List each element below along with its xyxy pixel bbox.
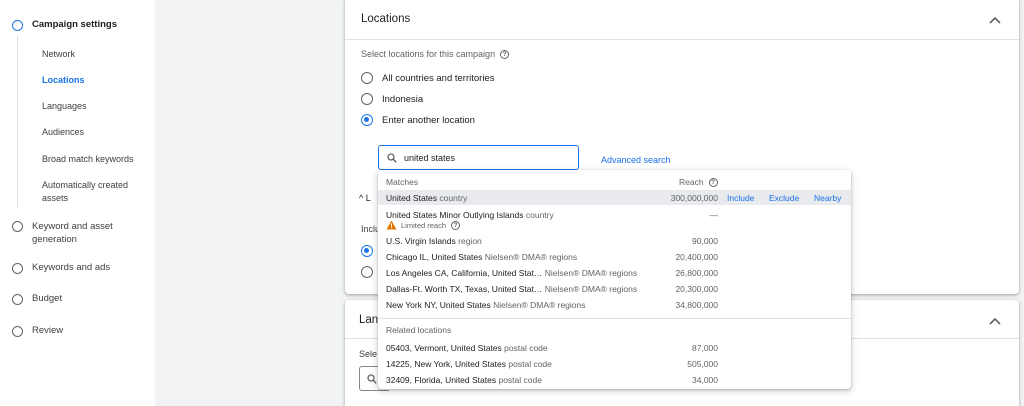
subitem-automatically-created-assets[interactable]: Automatically created assets xyxy=(42,179,147,205)
locations-card-header[interactable]: Locations xyxy=(345,0,1019,40)
reach-value: 90,000 xyxy=(692,236,718,246)
radio-button-selected[interactable] xyxy=(361,114,373,126)
location-name: Dallas-Ft. Worth TX, Texas, United Stat… xyxy=(386,284,543,294)
sidebar: Campaign settings Network Locations Lang… xyxy=(0,0,155,406)
help-icon[interactable]: ? xyxy=(451,220,461,230)
reach-value: 20,300,000 xyxy=(675,284,718,294)
location-name: 32409, Florida, United States xyxy=(386,375,497,385)
step-label: Keyword and asset generation xyxy=(32,221,113,245)
reach-value: 87,000 xyxy=(692,343,718,353)
step-keyword-asset-generation[interactable]: Keyword and asset generation xyxy=(12,220,137,246)
step-label: Budget xyxy=(32,293,63,304)
step-label: Campaign settings xyxy=(32,19,117,30)
limited-reach-note: Limited reach? xyxy=(386,220,461,230)
radio-enter-another-location[interactable]: Enter another location xyxy=(361,114,475,126)
radio-label: Enter another location xyxy=(382,114,475,126)
reach-value: — xyxy=(709,210,719,220)
search-icon xyxy=(387,152,397,163)
reach-value: 20,400,000 xyxy=(675,252,718,262)
reach-value: 300,000,000 xyxy=(670,193,718,203)
match-row[interactable]: United States country 300,000,000 Includ… xyxy=(378,190,851,205)
advanced-toggle-partial[interactable]: ^ L xyxy=(359,193,371,203)
step-circle-icon xyxy=(12,326,23,337)
step-budget[interactable]: Budget xyxy=(12,293,62,305)
location-name: New York NY, United States xyxy=(386,300,491,310)
related-row[interactable]: 14225, New York, United States postal co… xyxy=(378,356,851,371)
step-circle-icon xyxy=(12,20,23,31)
location-type: Nielsen® DMA® regions xyxy=(493,300,586,310)
step-campaign-settings[interactable]: Campaign settings xyxy=(12,19,117,31)
match-row[interactable]: Los Angeles CA, California, United Stat…… xyxy=(378,265,851,280)
stepper-line xyxy=(17,36,18,208)
nearby-button[interactable]: Nearby xyxy=(814,193,841,203)
radio-button[interactable] xyxy=(361,93,373,105)
subitem-broad-match-keywords[interactable]: Broad match keywords xyxy=(42,153,134,166)
location-type: Nielsen® DMA® regions xyxy=(484,252,578,262)
location-name: 05403, Vermont, United States xyxy=(386,343,502,353)
warning-icon xyxy=(386,220,397,230)
location-type: country xyxy=(525,210,554,220)
step-review[interactable]: Review xyxy=(12,325,63,337)
location-type: region xyxy=(458,236,482,246)
reach-header: Reach? xyxy=(679,177,718,187)
reach-value: 34,800,000 xyxy=(675,300,718,310)
location-name: United States Minor Outlying Islands xyxy=(386,210,524,220)
step-label: Review xyxy=(32,325,64,336)
location-type: Nielsen® DMA® regions xyxy=(544,268,638,278)
location-type: Nielsen® DMA® regions xyxy=(544,284,638,294)
divider xyxy=(378,318,851,319)
step-label: Keywords and ads xyxy=(32,262,111,273)
subitem-audiences[interactable]: Audiences xyxy=(42,126,84,139)
exclude-button[interactable]: Exclude xyxy=(769,193,799,203)
subitem-network[interactable]: Network xyxy=(42,48,75,61)
radio-all-countries[interactable]: All countries and territories xyxy=(361,72,494,84)
location-type: postal code xyxy=(508,359,552,369)
match-row[interactable]: New York NY, United States Nielsen® DMA®… xyxy=(378,297,851,312)
location-name: Chicago IL, United States xyxy=(386,252,483,262)
help-icon[interactable]: ? xyxy=(500,49,510,59)
subitem-languages[interactable]: Languages xyxy=(42,100,87,113)
search-icon xyxy=(367,374,377,384)
related-row[interactable]: 32409, Florida, United States postal cod… xyxy=(378,372,851,387)
match-row[interactable]: Chicago IL, United States Nielsen® DMA® … xyxy=(378,249,851,264)
match-row[interactable]: U.S. Virgin Islands region 90,000 xyxy=(378,233,851,248)
locations-title: Locations xyxy=(361,13,411,25)
locations-prompt: Select locations for this campaign? xyxy=(361,49,510,59)
location-suggestions-dropdown: Matches Reach? United States country 300… xyxy=(378,170,851,389)
location-name: U.S. Virgin Islands xyxy=(386,236,456,246)
radio-button[interactable] xyxy=(361,72,373,84)
location-name: United States xyxy=(386,193,438,203)
languages-title-partial: Lan xyxy=(359,314,379,326)
subitem-locations[interactable]: Locations xyxy=(42,74,85,87)
step-circle-icon xyxy=(12,294,23,305)
step-circle-icon xyxy=(12,263,23,274)
radio-button-selected[interactable] xyxy=(361,245,373,257)
location-type: postal code xyxy=(498,375,542,385)
reach-value: 505,000 xyxy=(687,359,718,369)
step-keywords-and-ads[interactable]: Keywords and ads xyxy=(12,262,110,274)
matches-header: Matches xyxy=(386,177,419,187)
search-value: united states xyxy=(404,152,456,163)
location-name: 14225, New York, United States xyxy=(386,359,507,369)
step-circle-icon xyxy=(12,221,23,232)
advanced-search-link[interactable]: Advanced search xyxy=(601,155,671,165)
match-row[interactable]: Dallas-Ft. Worth TX, Texas, United Stat…… xyxy=(378,281,851,296)
reach-value: 26,800,000 xyxy=(675,268,718,278)
related-row[interactable]: 05403, Vermont, United States postal cod… xyxy=(378,340,851,355)
radio-indonesia[interactable]: Indonesia xyxy=(361,93,423,105)
radio-label: All countries and territories xyxy=(382,72,495,84)
chevron-up-icon[interactable] xyxy=(989,16,1001,24)
location-search-input[interactable]: united states xyxy=(378,145,579,170)
location-name: Los Angeles CA, California, United Stat… xyxy=(386,268,543,278)
radio-button[interactable] xyxy=(361,266,373,278)
languages-prompt-partial: Sele xyxy=(359,349,378,359)
help-icon[interactable]: ? xyxy=(708,177,718,187)
include-button[interactable]: Include xyxy=(727,193,754,203)
reach-value: 34,000 xyxy=(692,375,718,385)
radio-label: Indonesia xyxy=(382,93,424,105)
chevron-up-icon[interactable] xyxy=(989,317,1001,325)
related-locations-header: Related locations xyxy=(386,325,452,335)
location-type: country xyxy=(439,193,468,203)
location-type: postal code xyxy=(504,343,548,353)
